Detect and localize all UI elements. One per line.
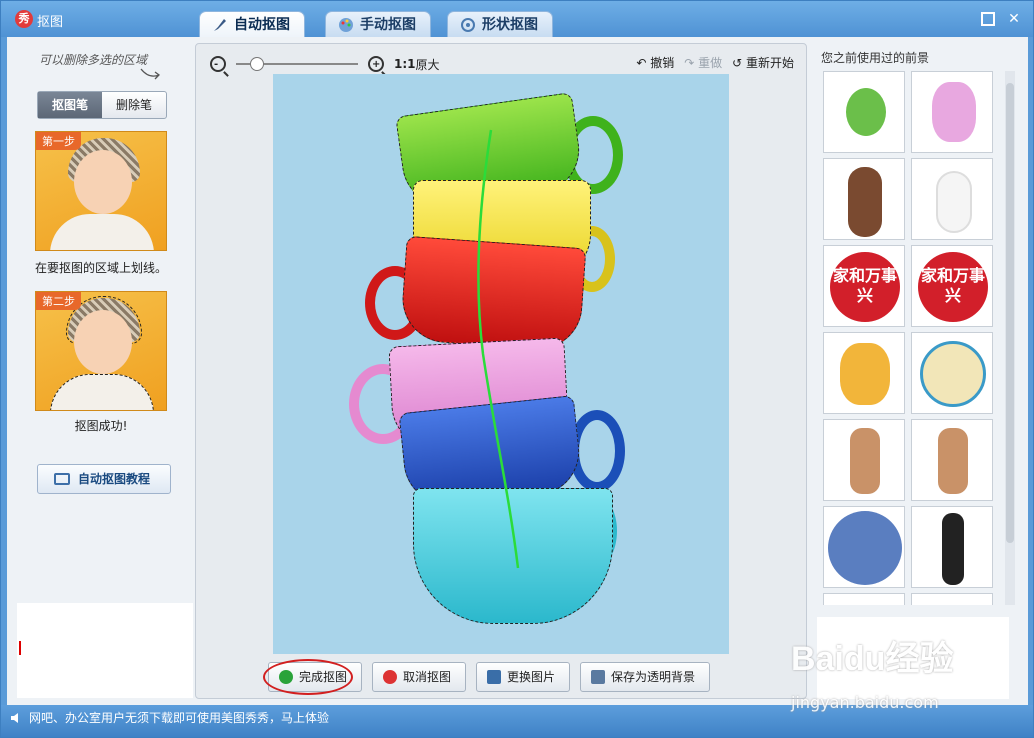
history-toolbar: ↶ 撤销 ↷ 重做 ↺ 重新开始 [636, 54, 794, 71]
watermark-brand: Baidu经验 [791, 640, 954, 678]
redo-button[interactable]: ↷ 重做 [684, 54, 722, 71]
thumb-partial-2[interactable] [911, 593, 993, 605]
shapes-icon [461, 18, 475, 32]
tab-manual-cutout[interactable]: 手动抠图 [325, 11, 431, 37]
pen-mode-toggle: 抠图笔 删除笔 [37, 91, 167, 119]
action-bar: 完成抠图 取消抠图 更换图片 保存为透明背景 [263, 659, 711, 695]
finish-cutout-button[interactable]: 完成抠图 [263, 659, 363, 695]
tab-shape-cutout[interactable]: 形状抠图 [447, 11, 553, 37]
history-title: 您之前使用过的前景 [821, 51, 930, 65]
step2-image: 第二步 [35, 291, 167, 411]
brush-icon [214, 19, 226, 31]
thumb-stamp-2[interactable]: 家和万事兴 [911, 245, 993, 327]
speaker-icon [11, 713, 18, 723]
thumb-partial-1[interactable] [823, 593, 905, 605]
tab-label: 手动抠图 [360, 17, 416, 33]
step2-tag: 第二步 [36, 292, 81, 310]
thumb-pink-cartoon[interactable] [911, 71, 993, 153]
thumb-bunny[interactable] [911, 158, 993, 240]
tab-auto-cutout[interactable]: 自动抠图 [199, 11, 305, 37]
thumb-green-cartoon[interactable] [823, 71, 905, 153]
tab-label: 自动抠图 [234, 17, 290, 33]
tutorial-label: 自动抠图教程 [78, 472, 151, 486]
arrow-icon [140, 68, 160, 80]
thumb-elephant[interactable] [911, 332, 993, 414]
watermark-url: jingyan.baidu.com [791, 693, 939, 712]
handwritten-hint: 可以删除多选的区域 [39, 53, 148, 67]
zoom-in-icon[interactable]: + [368, 56, 384, 72]
main-body: 可以删除多选的区域 抠图笔 删除笔 第一步 在要抠图的区域上划线。 第二步 抠图… [7, 37, 1028, 705]
zoom-out-icon[interactable]: - [210, 56, 226, 72]
grid-scrollbar[interactable] [1005, 71, 1015, 605]
zoom-slider-knob[interactable] [250, 57, 264, 71]
thumb-girl-photo[interactable] [823, 158, 905, 240]
maximize-icon[interactable] [981, 12, 995, 26]
erase-pen-button[interactable]: 删除笔 [102, 92, 166, 118]
step1-caption: 在要抠图的区域上划线。 [34, 261, 167, 275]
editor-panel: - + 1:1 原大 ↶ 撤销 ↷ 重做 ↺ 重新开始 完成抠图 取消抠图 更换… [195, 43, 807, 699]
foreground-history-panel: 您之前使用过的前景 家和万事兴 家和万事兴 [813, 37, 1025, 705]
step2-caption: 抠图成功! [74, 419, 128, 433]
tutorial-button[interactable]: 自动抠图教程 [37, 464, 171, 494]
book-icon [54, 473, 70, 485]
zoom-toolbar: - + 1:1 原大 [210, 54, 440, 74]
save-transparent-button[interactable]: 保存为透明背景 [580, 662, 711, 692]
step1-tag: 第一步 [36, 132, 81, 150]
undo-button[interactable]: ↶ 撤销 [636, 54, 674, 71]
cancel-icon [383, 670, 398, 684]
cancel-cutout-button[interactable]: 取消抠图 [372, 662, 467, 692]
text-cursor [19, 641, 21, 655]
image-canvas[interactable] [273, 74, 729, 654]
highlight-ellipse [263, 659, 353, 695]
title-bar: 秀 抠图 自动抠图 手动抠图 形状抠图 ✕ [1, 1, 1033, 37]
thumb-tom-jerry[interactable] [823, 506, 905, 588]
status-text[interactable]: 网吧、办公室用户无须下载即可使用美图秀秀，马上体验 [29, 711, 329, 725]
image-icon [487, 670, 502, 684]
close-icon[interactable]: ✕ [1007, 12, 1021, 26]
app-logo: 秀 [15, 10, 33, 28]
tab-label: 形状抠图 [482, 17, 538, 33]
app-window: 秀 抠图 自动抠图 手动抠图 形状抠图 ✕ 可以删除多选的区域 抠图笔 删除笔 [0, 0, 1034, 738]
ad-area [17, 603, 193, 698]
original-size-button[interactable]: 原大 [416, 56, 440, 73]
scrollbar-thumb[interactable] [1006, 83, 1014, 543]
thumb-woman-black[interactable] [911, 506, 993, 588]
window-title: 抠图 [37, 15, 64, 30]
replace-label: 更换图片 [507, 670, 556, 684]
replace-image-button[interactable]: 更换图片 [476, 662, 571, 692]
thumb-person-coat-1[interactable] [823, 419, 905, 501]
palette-icon [339, 18, 353, 32]
left-panel: 可以删除多选的区域 抠图笔 删除笔 第一步 在要抠图的区域上划线。 第二步 抠图… [11, 37, 193, 705]
brush-stroke [477, 129, 520, 569]
restart-button[interactable]: ↺ 重新开始 [732, 54, 794, 71]
zoom-slider[interactable] [236, 57, 358, 71]
thumb-pooh[interactable] [823, 332, 905, 414]
cutout-pen-button[interactable]: 抠图笔 [38, 92, 102, 118]
zoom-ratio[interactable]: 1:1 [394, 57, 416, 71]
thumb-stamp-1[interactable]: 家和万事兴 [823, 245, 905, 327]
step1-image: 第一步 [35, 131, 167, 251]
foreground-grid: 家和万事兴 家和万事兴 [823, 71, 997, 605]
save-icon [591, 670, 606, 684]
thumb-person-coat-2[interactable] [911, 419, 993, 501]
cancel-label: 取消抠图 [403, 670, 452, 684]
save-label: 保存为透明背景 [611, 670, 696, 684]
